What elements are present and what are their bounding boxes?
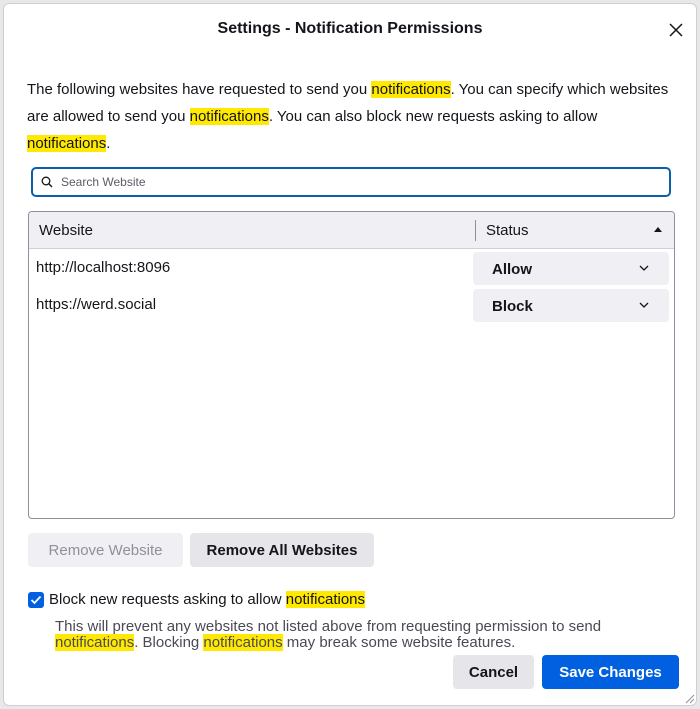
status-value: Allow <box>492 261 532 278</box>
block-requests-description: This will prevent any websites not liste… <box>55 619 655 651</box>
block-desc-text: . Blocking <box>134 634 204 651</box>
column-divider <box>475 220 476 241</box>
row-website: https://werd.social <box>36 296 157 313</box>
highlighted-term: notifications <box>203 634 283 651</box>
block-new-requests-label[interactable]: Block new requests asking to allow notif… <box>49 591 366 608</box>
notification-permissions-dialog: Settings - Notification Permissions The … <box>3 3 697 706</box>
table-row[interactable]: https://werd.social Block <box>29 286 674 323</box>
status-select[interactable]: Allow <box>473 252 669 285</box>
table-row[interactable]: http://localhost:8096 Allow <box>29 249 674 286</box>
search-icon <box>41 175 55 189</box>
dialog-title: Settings - Notification Permissions <box>217 20 483 37</box>
row-website: http://localhost:8096 <box>36 259 171 276</box>
status-select[interactable]: Block <box>473 289 669 322</box>
resize-grip-icon[interactable] <box>683 692 695 704</box>
chevron-down-icon <box>639 302 649 308</box>
highlighted-term: notifications <box>27 135 107 152</box>
column-header-status[interactable]: Status <box>486 222 529 239</box>
dialog-description: The following websites have requested to… <box>27 76 677 157</box>
block-desc-text: This will prevent any websites not liste… <box>55 618 602 635</box>
description-text: The following websites have requested to… <box>27 81 372 98</box>
checkmark-icon <box>30 595 42 605</box>
dialog-titlebar: Settings - Notification Permissions <box>4 4 696 52</box>
save-changes-button[interactable]: Save Changes <box>542 655 679 689</box>
highlighted-term: notifications <box>189 108 269 125</box>
search-website-input[interactable] <box>61 175 651 189</box>
cancel-button[interactable]: Cancel <box>453 655 534 689</box>
block-desc-text: may break some website features. <box>282 634 516 651</box>
close-icon <box>669 23 683 37</box>
close-button[interactable] <box>662 16 690 44</box>
block-new-requests-checkbox[interactable] <box>28 592 44 608</box>
highlighted-term: notifications <box>55 634 135 651</box>
description-text: . <box>106 135 111 152</box>
table-header: Website Status <box>29 212 674 249</box>
remove-website-button[interactable]: Remove Website <box>28 533 183 567</box>
chevron-down-icon <box>639 265 649 271</box>
highlighted-term: notifications <box>371 81 451 98</box>
remove-all-websites-button[interactable]: Remove All Websites <box>190 533 374 567</box>
checkbox-label-text: Block new requests asking to allow <box>49 591 286 608</box>
website-permissions-table: Website Status http://localhost:8096 All… <box>28 211 675 519</box>
sort-ascending-icon <box>654 227 662 232</box>
status-value: Block <box>492 298 533 315</box>
column-header-website[interactable]: Website <box>39 222 93 239</box>
description-text: . You can also block new requests asking… <box>268 108 598 125</box>
search-website-box[interactable] <box>31 167 671 197</box>
highlighted-term: notifications <box>285 591 366 608</box>
